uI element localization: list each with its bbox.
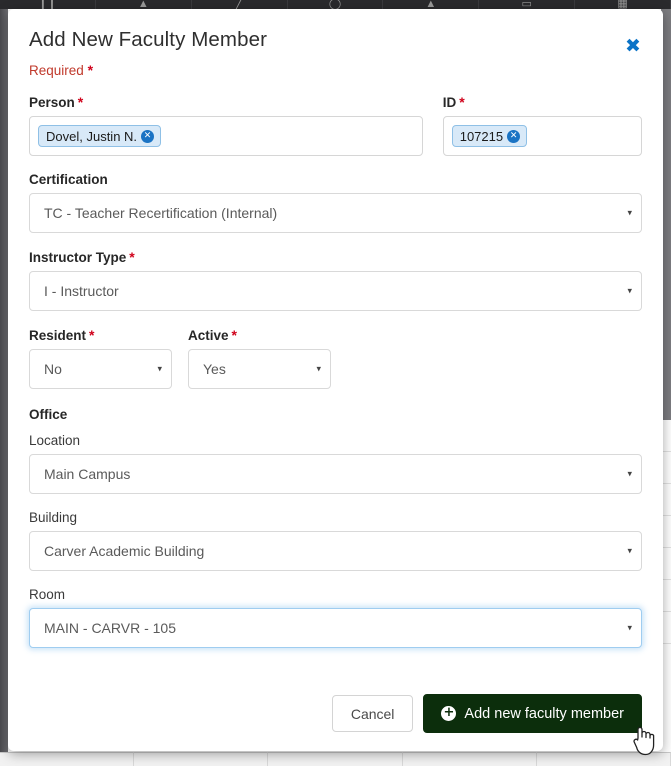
building-field-group: Building Carver Academic Building ▾ bbox=[29, 510, 642, 571]
page-title: Add New Faculty Member bbox=[29, 28, 268, 51]
chevron-down-icon: ▾ bbox=[627, 545, 632, 556]
close-icon[interactable]: ✖ bbox=[623, 36, 643, 56]
required-legend: Required * bbox=[29, 62, 642, 78]
person-token[interactable]: Dovel, Justin N. ✕ bbox=[38, 125, 162, 147]
remove-token-icon[interactable]: ✕ bbox=[141, 129, 155, 143]
add-faculty-modal: Add New Faculty Member ✖ Required * Pers… bbox=[8, 9, 663, 751]
active-field-group: Active * Yes ▾ bbox=[188, 327, 331, 389]
office-section-heading: Office bbox=[29, 407, 68, 422]
instructor-type-label: Instructor Type * bbox=[29, 249, 642, 265]
certification-label-text: Certification bbox=[29, 172, 108, 187]
required-asterisk: * bbox=[459, 94, 465, 110]
up-arrow-icon: ▲ bbox=[137, 0, 149, 10]
id-label-text: ID bbox=[442, 95, 457, 110]
chevron-down-icon: ▾ bbox=[316, 363, 321, 374]
active-value: Yes bbox=[203, 361, 226, 377]
required-asterisk: * bbox=[231, 327, 237, 343]
dock-item-capsule[interactable]: ▭ bbox=[479, 0, 576, 10]
capsule-icon: ▭ bbox=[521, 0, 532, 10]
person-input[interactable]: Dovel, Justin N. ✕ bbox=[29, 116, 423, 156]
required-asterisk: * bbox=[87, 62, 94, 78]
table-cell bbox=[268, 752, 403, 766]
building-select[interactable]: Carver Academic Building ▾ bbox=[29, 531, 642, 571]
active-label-text: Active bbox=[188, 328, 229, 343]
certification-value: TC - Teacher Recertification (Internal) bbox=[44, 205, 278, 221]
dock-item-pause[interactable]: ❙❙ bbox=[0, 0, 96, 10]
taskbar: ❙❙ ▲ ╱ ◯ ▲ ▭ ▦ bbox=[0, 0, 671, 10]
dock-item-chevron[interactable]: ▲ bbox=[383, 0, 480, 10]
chevron-down-icon: ▾ bbox=[157, 363, 162, 374]
plus-circle-icon: + bbox=[441, 706, 457, 721]
instructor-type-value: I - Instructor bbox=[44, 283, 119, 299]
dock-item-up[interactable]: ▲ bbox=[96, 0, 192, 10]
room-select[interactable]: MAIN - CARVR - 105 ▾ bbox=[29, 608, 642, 648]
location-field-group: Location Main Campus ▾ bbox=[29, 433, 642, 494]
location-value: Main Campus bbox=[44, 466, 131, 482]
chevron-down-icon: ▾ bbox=[627, 622, 632, 633]
location-select[interactable]: Main Campus ▾ bbox=[29, 454, 642, 494]
remove-token-icon[interactable]: ✕ bbox=[507, 129, 521, 143]
keyboard-icon: ▦ bbox=[617, 0, 628, 10]
person-id-row: Person * Dovel, Justin N. ✕ ID * 107215 ✕ bbox=[29, 94, 642, 156]
required-asterisk: * bbox=[89, 327, 95, 343]
building-label: Building bbox=[29, 510, 78, 525]
table-cell bbox=[0, 752, 135, 766]
table-cell bbox=[134, 752, 269, 766]
room-field-group: Room MAIN - CARVR - 105 ▾ bbox=[29, 587, 642, 648]
cancel-button[interactable]: Cancel bbox=[331, 695, 414, 732]
id-field-group: ID * 107215 ✕ bbox=[442, 94, 642, 156]
id-input[interactable]: 107215 ✕ bbox=[442, 116, 642, 156]
instructor-type-select[interactable]: I - Instructor ▾ bbox=[29, 271, 642, 311]
slash-icon: ╱ bbox=[235, 0, 243, 10]
instructor-type-label-text: Instructor Type bbox=[29, 250, 127, 265]
building-value: Carver Academic Building bbox=[44, 543, 205, 559]
active-label: Active * bbox=[188, 327, 331, 343]
id-token-label: 107215 bbox=[459, 128, 504, 144]
add-faculty-member-label: Add new faculty member bbox=[464, 705, 624, 722]
certification-field-group: Certification TC - Teacher Recertificati… bbox=[29, 172, 642, 233]
instructor-type-field-group: Instructor Type * I - Instructor ▾ bbox=[29, 249, 642, 311]
chevron-down-icon: ▾ bbox=[627, 207, 632, 218]
certification-label: Certification bbox=[29, 172, 642, 187]
person-label-text: Person bbox=[29, 95, 75, 110]
dock-item-keyboard[interactable]: ▦ bbox=[575, 0, 671, 10]
person-label: Person * bbox=[29, 94, 423, 110]
resident-label: Resident * bbox=[29, 327, 172, 343]
id-token[interactable]: 107215 ✕ bbox=[451, 125, 528, 147]
required-asterisk: * bbox=[129, 249, 135, 265]
chevron-down-icon: ▾ bbox=[627, 468, 632, 479]
required-legend-text: Required bbox=[29, 63, 84, 78]
chevron-up-icon: ▲ bbox=[425, 0, 437, 10]
resident-select[interactable]: No ▾ bbox=[29, 349, 172, 389]
table-cell bbox=[536, 752, 671, 766]
circle-icon: ◯ bbox=[328, 0, 342, 10]
id-label: ID * bbox=[443, 94, 642, 110]
person-field-group: Person * Dovel, Justin N. ✕ bbox=[29, 94, 423, 156]
table-cell bbox=[402, 752, 537, 766]
chevron-down-icon: ▾ bbox=[627, 285, 632, 296]
pause-icon: ❙❙ bbox=[38, 0, 57, 10]
room-label: Room bbox=[29, 587, 66, 602]
resident-active-row: Resident * No ▾ Active * Yes ▾ bbox=[29, 327, 642, 389]
required-asterisk: * bbox=[77, 94, 84, 110]
modal-footer: Cancel + Add new faculty member bbox=[29, 694, 642, 733]
certification-select[interactable]: TC - Teacher Recertification (Internal) … bbox=[29, 193, 642, 233]
resident-value: No bbox=[44, 361, 62, 377]
active-select[interactable]: Yes ▾ bbox=[188, 349, 331, 389]
dock-item-circle[interactable]: ◯ bbox=[288, 0, 384, 10]
resident-label-text: Resident bbox=[29, 328, 87, 343]
dock-item-slash[interactable]: ╱ bbox=[192, 0, 288, 10]
add-faculty-member-button[interactable]: + Add new faculty member bbox=[423, 694, 642, 733]
room-value: MAIN - CARVR - 105 bbox=[44, 620, 176, 636]
location-label: Location bbox=[29, 433, 81, 448]
resident-field-group: Resident * No ▾ bbox=[29, 327, 172, 389]
background-bottom-table bbox=[0, 752, 671, 766]
page-left-gutter bbox=[0, 9, 8, 766]
person-token-label: Dovel, Justin N. bbox=[46, 128, 138, 144]
